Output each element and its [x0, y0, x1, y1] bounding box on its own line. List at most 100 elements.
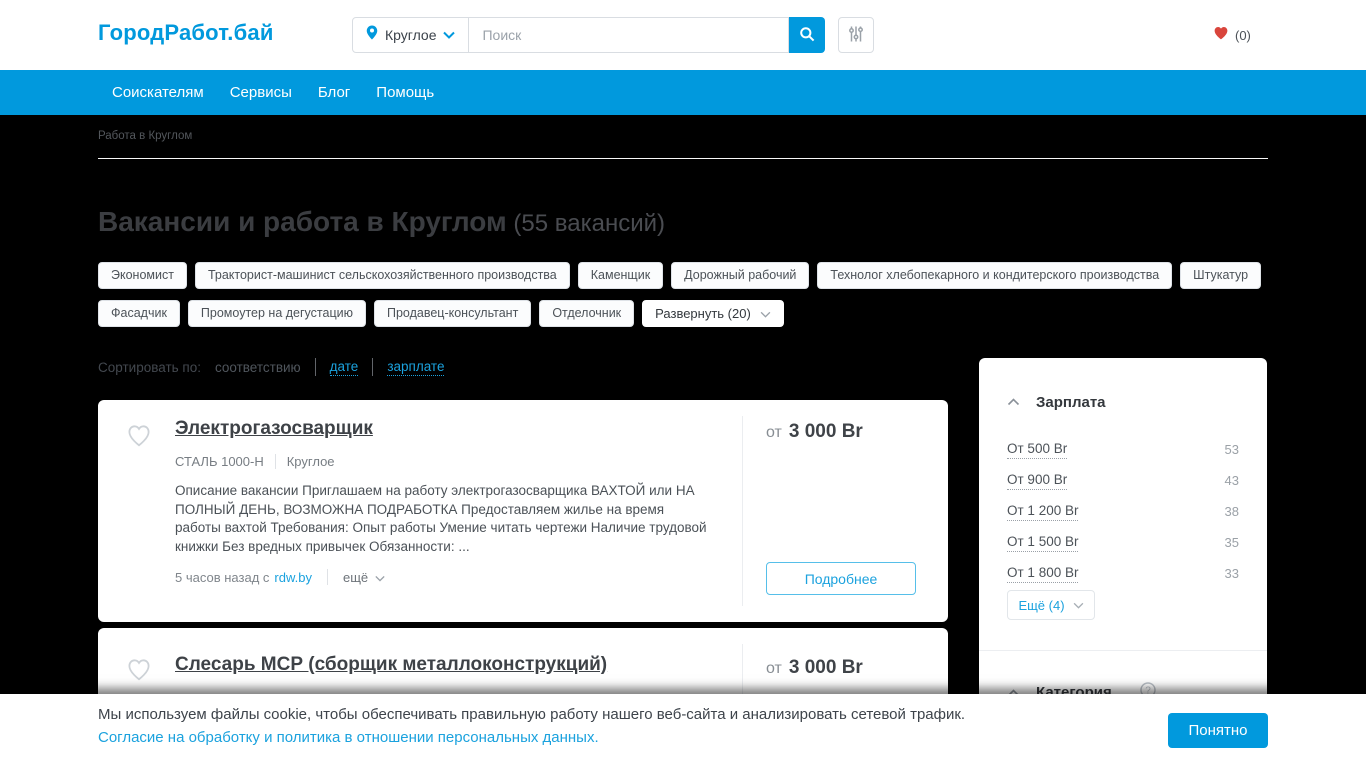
salary-filter-link[interactable]: От 1 200 Br: [1007, 503, 1078, 521]
job-description: Описание вакансии Приглашаем на работу э…: [175, 482, 712, 556]
list-item: От 1 500 Br 35: [1007, 527, 1239, 558]
cookie-banner: Мы используем файлы cookie, чтобы обеспе…: [0, 694, 1366, 768]
salary-filter-count: 38: [1225, 504, 1239, 519]
salary-filter-link[interactable]: От 500 Br: [1007, 441, 1067, 459]
profession-chip[interactable]: Промоутер на дегустацию: [188, 300, 366, 327]
search-input[interactable]: [469, 17, 789, 53]
cookie-accept-button[interactable]: Понятно: [1168, 713, 1268, 748]
list-item: От 1 200 Br 38: [1007, 496, 1239, 527]
cookie-policy-link[interactable]: Согласие на обработку и политика в отнош…: [98, 728, 965, 747]
job-salary: от 3 000 Br: [766, 421, 863, 443]
page-title-count: (55 вакансий): [507, 210, 665, 237]
salary-filter-list: От 500 Br 53 От 900 Br 43 От 1 200 Br 38…: [1007, 434, 1239, 589]
salary-prefix: от: [766, 424, 782, 442]
map-pin-icon: [366, 25, 378, 45]
location-label: Круглое: [385, 27, 436, 43]
nav-item-job-seekers[interactable]: Соискателям: [112, 84, 204, 101]
salary-filter-count: 35: [1225, 535, 1239, 550]
sidebar-section-salary-header[interactable]: Зарплата: [1007, 393, 1106, 411]
sort-label: Сортировать по:: [98, 360, 201, 375]
salary-more-button[interactable]: Ещё (4): [1007, 590, 1095, 620]
job-posted-time: 5 часов назад с: [175, 570, 269, 585]
expand-chips-label: Развернуть (20): [655, 301, 751, 326]
expand-chips-button[interactable]: Развернуть (20): [642, 300, 784, 327]
sort-option-salary[interactable]: зарплате: [387, 359, 444, 376]
main-nav: Соискателям Сервисы Блог Помощь: [0, 70, 1366, 115]
profession-chips-row-1: Экономист Тракторист-машинист сельскохоз…: [98, 262, 1261, 289]
salary-prefix: от: [766, 660, 782, 678]
salary-filter-count: 53: [1225, 442, 1239, 457]
profession-chip[interactable]: Экономист: [98, 262, 187, 289]
job-more-label: ещё: [343, 570, 368, 585]
search-filters-button[interactable]: [838, 17, 874, 53]
job-salary: от 3 000 Br: [766, 657, 863, 679]
salary-more-label: Ещё (4): [1018, 598, 1064, 613]
breadcrumb[interactable]: Работа в Круглом: [98, 130, 192, 142]
favorite-toggle-icon[interactable]: [126, 658, 152, 686]
job-more-toggle[interactable]: ещё: [343, 570, 385, 585]
list-item: От 500 Br 53: [1007, 434, 1239, 465]
location-selector[interactable]: Круглое: [352, 17, 469, 53]
job-meta: СТАЛЬ 1000-Н Круглое: [175, 454, 335, 469]
profession-chips-row-2: Фасадчик Промоутер на дегустацию Продаве…: [98, 300, 784, 327]
page-title-main: Вакансии и работа в Круглом: [98, 206, 507, 237]
job-title-link[interactable]: Слесарь МСР (сборщик металлоконструкций): [175, 654, 607, 676]
nav-item-blog[interactable]: Блог: [318, 84, 350, 101]
site-logo[interactable]: ГородРабот.бай: [98, 20, 274, 46]
favorites-button[interactable]: (0): [1213, 26, 1251, 45]
job-source-link[interactable]: rdw.by: [274, 570, 312, 585]
chevron-down-icon: [760, 301, 771, 326]
profession-chip[interactable]: Каменщик: [578, 262, 663, 289]
sort-bar: Сортировать по: соответствию дате зарпла…: [98, 358, 444, 376]
chevron-down-icon: [443, 26, 455, 44]
list-item: От 900 Br 43: [1007, 465, 1239, 496]
profession-chip[interactable]: Дорожный рабочий: [671, 262, 809, 289]
chevron-up-icon: [1007, 393, 1020, 411]
favorites-count: (0): [1235, 28, 1251, 43]
heart-icon: [1213, 26, 1229, 45]
search-button[interactable]: [789, 17, 825, 53]
profession-chip[interactable]: Тракторист-машинист сельскохозяйственног…: [195, 262, 570, 289]
salary-filter-link[interactable]: От 1 800 Br: [1007, 565, 1078, 583]
job-company: СТАЛЬ 1000-Н: [175, 454, 264, 469]
profession-chip[interactable]: Штукатур: [1180, 262, 1261, 289]
divider: [98, 158, 1268, 159]
cookie-message: Мы используем файлы cookie, чтобы обеспе…: [98, 706, 965, 723]
search-group: Круглое: [352, 17, 874, 53]
divider: [979, 650, 1267, 651]
salary-filter-link[interactable]: От 1 500 Br: [1007, 534, 1078, 552]
salary-value: 3 000 Br: [789, 421, 863, 443]
profession-chip[interactable]: Фасадчик: [98, 300, 180, 327]
sort-option-date[interactable]: дате: [330, 359, 359, 376]
list-item: От 1 800 Br 33: [1007, 558, 1239, 589]
profession-chip[interactable]: Отделочник: [539, 300, 634, 327]
divider: [372, 358, 373, 376]
salary-filter-count: 43: [1225, 473, 1239, 488]
search-icon: [799, 26, 815, 45]
nav-item-services[interactable]: Сервисы: [230, 84, 292, 101]
profession-chip[interactable]: Технолог хлебопекарного и кондитерского …: [817, 262, 1172, 289]
chevron-down-icon: [1073, 596, 1084, 614]
page-title: Вакансии и работа в Круглом (55 вакансий…: [98, 202, 665, 239]
sort-option-relevance[interactable]: соответствию: [215, 360, 301, 375]
divider: [315, 358, 316, 376]
job-footer: 5 часов назад с rdw.by ещё: [175, 569, 385, 585]
job-location: Круглое: [287, 454, 335, 469]
nav-item-help[interactable]: Помощь: [376, 84, 434, 101]
profession-chip[interactable]: Продавец-консультант: [374, 300, 531, 327]
nav-links: Соискателям Сервисы Блог Помощь: [112, 70, 434, 115]
salary-value: 3 000 Br: [789, 657, 863, 679]
divider: [327, 569, 328, 585]
salary-filter-count: 33: [1225, 566, 1239, 581]
cookie-message-block: Мы используем файлы cookie, чтобы обеспе…: [98, 705, 965, 747]
sidebar-section-title: Зарплата: [1036, 394, 1106, 411]
favorite-toggle-icon[interactable]: [126, 424, 152, 452]
sliders-icon: [848, 26, 864, 45]
page: ГородРабот.бай Круглое: [0, 0, 1366, 768]
salary-filter-link[interactable]: От 900 Br: [1007, 472, 1067, 490]
divider: [275, 454, 276, 469]
header: ГородРабот.бай Круглое: [0, 0, 1366, 70]
job-details-button[interactable]: Подробнее: [766, 562, 916, 595]
job-title-link[interactable]: Электрогазосварщик: [175, 418, 373, 440]
divider: [742, 416, 743, 606]
